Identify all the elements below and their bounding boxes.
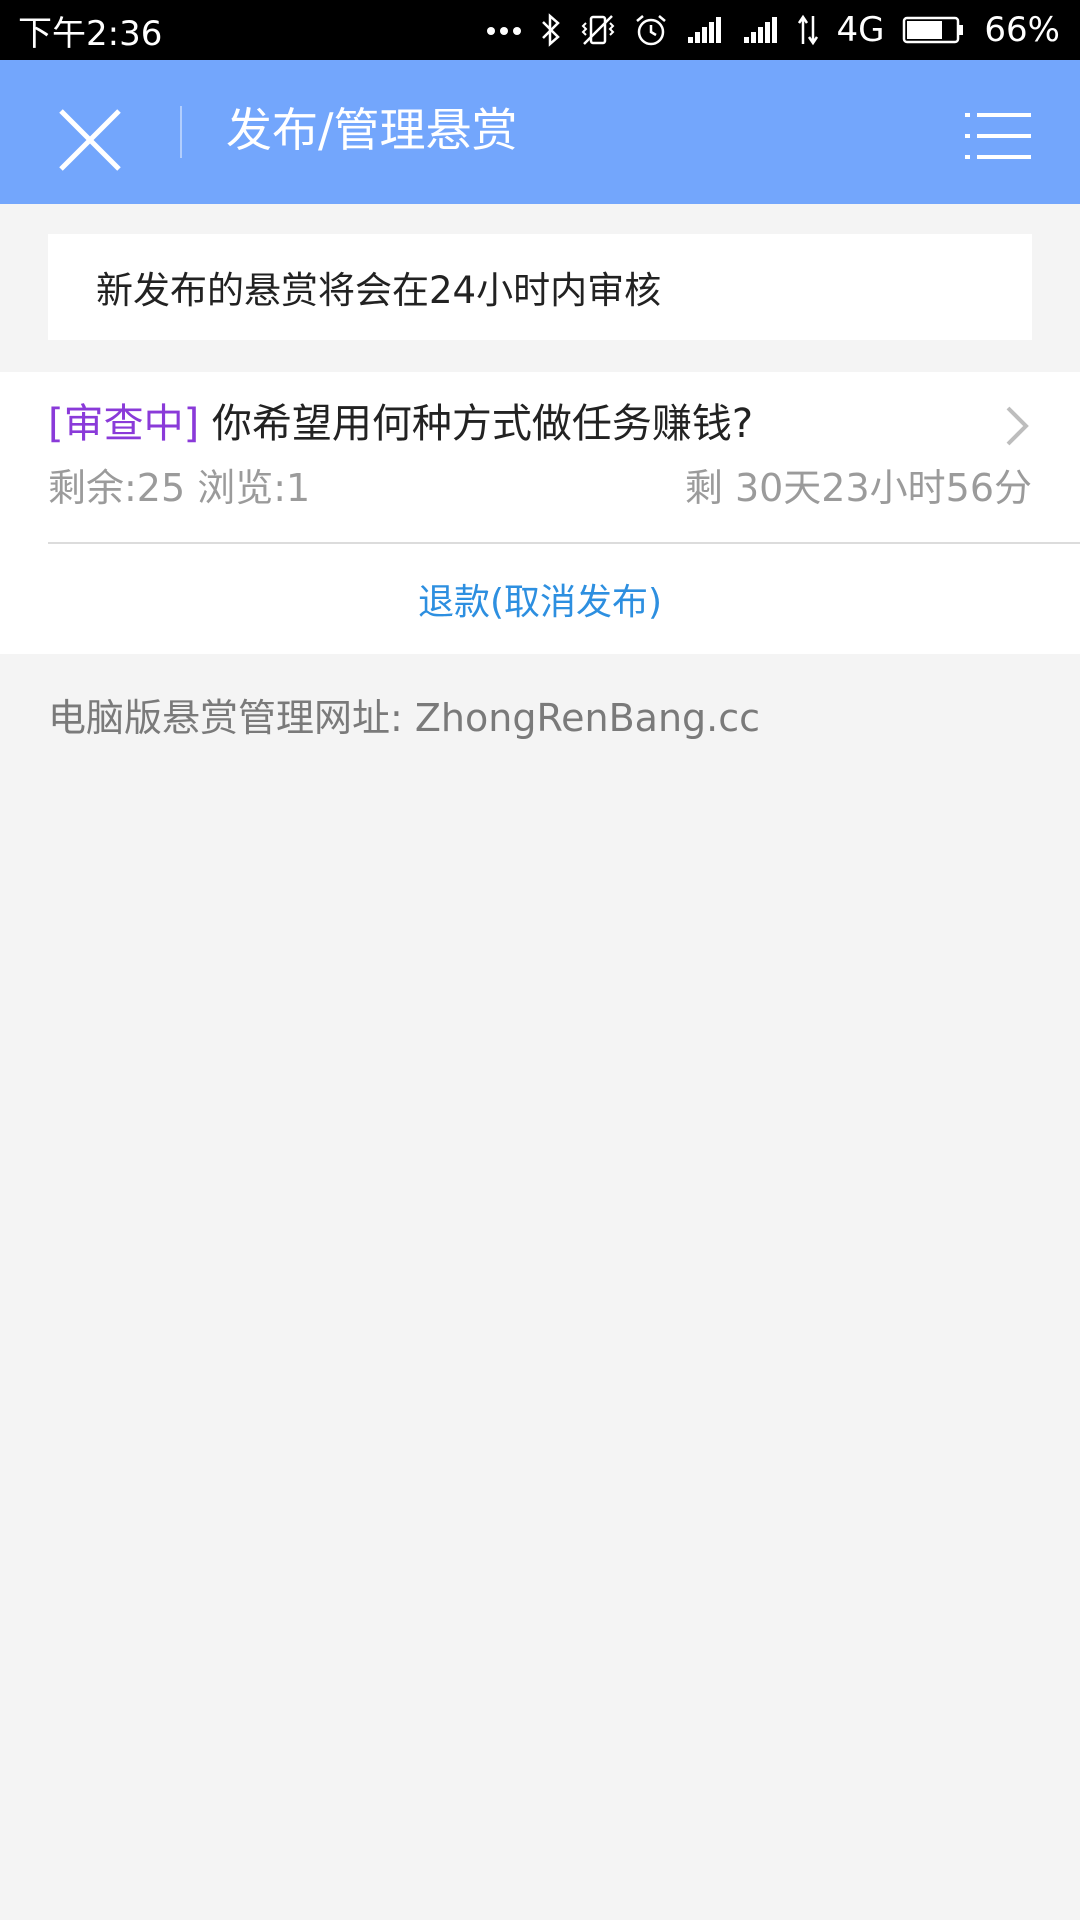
refund-button[interactable]: 退款(取消发布) bbox=[0, 544, 1080, 654]
refund-label: 退款(取消发布) bbox=[417, 582, 663, 623]
app-header: 发布/管理悬赏 bbox=[0, 60, 1080, 204]
status-bar: 下午2:36 4G 66% bbox=[0, 0, 1080, 60]
desktop-url-note: 电脑版悬赏管理网址: ZhongRenBang.cc bbox=[48, 696, 761, 740]
bounty-title-line: [审查中] 你希望用何种方式做任务赚钱? bbox=[48, 398, 753, 450]
page-title: 发布/管理悬赏 bbox=[226, 103, 518, 157]
bounty-panel: [审查中] 你希望用何种方式做任务赚钱? 剩余:25 浏览:1 剩 30天23小… bbox=[0, 372, 1080, 654]
review-notice: 新发布的悬赏将会在24小时内审核 bbox=[48, 234, 1032, 340]
alarm-icon bbox=[634, 13, 668, 47]
bounty-stats: 剩余:25 浏览:1 bbox=[48, 466, 311, 510]
vibrate-off-icon bbox=[580, 13, 616, 47]
status-tag: [审查中] bbox=[48, 401, 200, 447]
menu-button[interactable] bbox=[962, 100, 1034, 172]
status-time: 下午2:36 bbox=[18, 13, 163, 54]
battery-icon bbox=[902, 15, 966, 45]
close-icon bbox=[59, 109, 121, 171]
status-icons: 4G 66% bbox=[486, 10, 1060, 50]
bounty-item[interactable]: [审查中] 你希望用何种方式做任务赚钱? 剩余:25 浏览:1 剩 30天23小… bbox=[0, 372, 1080, 542]
signal-icon bbox=[686, 15, 724, 45]
list-menu-icon bbox=[965, 113, 1031, 159]
review-notice-text: 新发布的悬赏将会在24小时内审核 bbox=[96, 269, 662, 312]
chevron-right-icon bbox=[1002, 404, 1032, 452]
header-divider bbox=[180, 106, 182, 158]
data-arrows-icon bbox=[798, 14, 819, 46]
bounty-time-left: 剩 30天23小时56分 bbox=[684, 466, 1032, 510]
bounty-title: 你希望用何种方式做任务赚钱? bbox=[199, 401, 754, 447]
close-button[interactable] bbox=[48, 98, 132, 182]
more-dots-icon bbox=[486, 24, 522, 36]
network-type: 4G bbox=[836, 10, 885, 50]
battery-percent: 66% bbox=[984, 10, 1060, 50]
signal-icon bbox=[742, 15, 780, 45]
bluetooth-icon bbox=[540, 13, 562, 47]
